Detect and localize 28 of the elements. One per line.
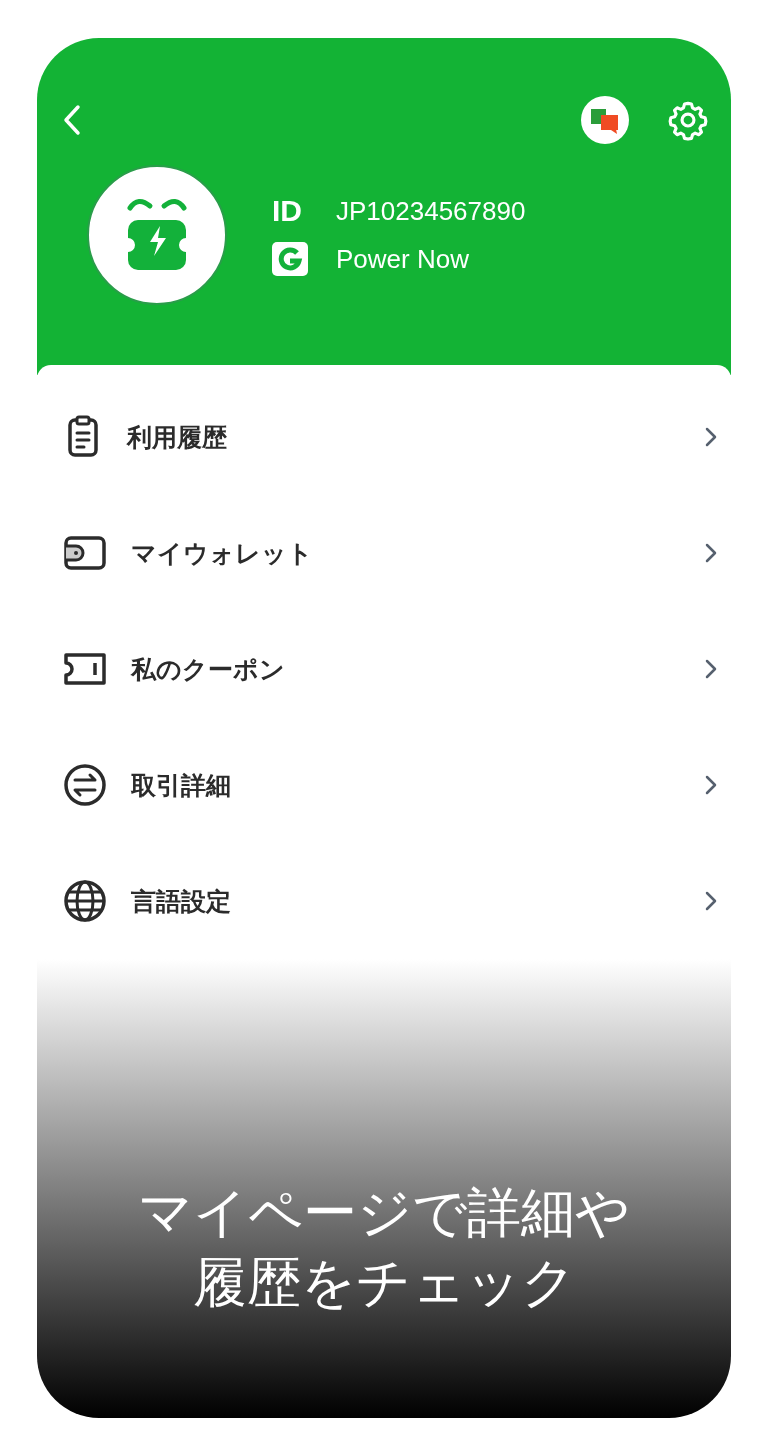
menu-item[interactable]: マイウォレット <box>37 495 731 611</box>
menu-item[interactable]: 言語設定 <box>37 843 731 959</box>
menu-item[interactable]: 利用履歴 <box>37 379 731 495</box>
ticket-icon <box>63 652 107 686</box>
settings-icon[interactable] <box>667 99 709 141</box>
chevron-icon <box>705 659 717 679</box>
menu-item[interactable]: 取引詳細 <box>37 727 731 843</box>
menu-label: 利用履歴 <box>127 421 228 454</box>
chevron-icon <box>705 891 717 911</box>
id-label: ID <box>272 194 303 228</box>
chevron-icon <box>705 427 717 447</box>
globe-icon <box>63 879 107 923</box>
avatar-icon <box>86 164 228 306</box>
user-id: JP10234567890 <box>336 195 526 227</box>
back-icon[interactable] <box>63 104 81 136</box>
wallet-icon <box>63 535 107 571</box>
caption-text: 履歴をチェック <box>192 1250 576 1316</box>
caption-text: マイページで詳細や <box>138 1180 630 1246</box>
chevron-icon <box>705 775 717 795</box>
menu-label: 取引詳細 <box>131 769 232 802</box>
provider-name: Power Now <box>336 243 469 275</box>
g-logo-icon <box>272 242 308 276</box>
menu-label: 私のクーポン <box>131 653 286 686</box>
menu-item[interactable]: 私のクーポン <box>37 611 731 727</box>
chevron-icon <box>705 543 717 563</box>
exchange-icon <box>63 763 107 807</box>
menu-label: マイウォレット <box>131 537 314 570</box>
menu-label: 言語設定 <box>131 885 232 918</box>
